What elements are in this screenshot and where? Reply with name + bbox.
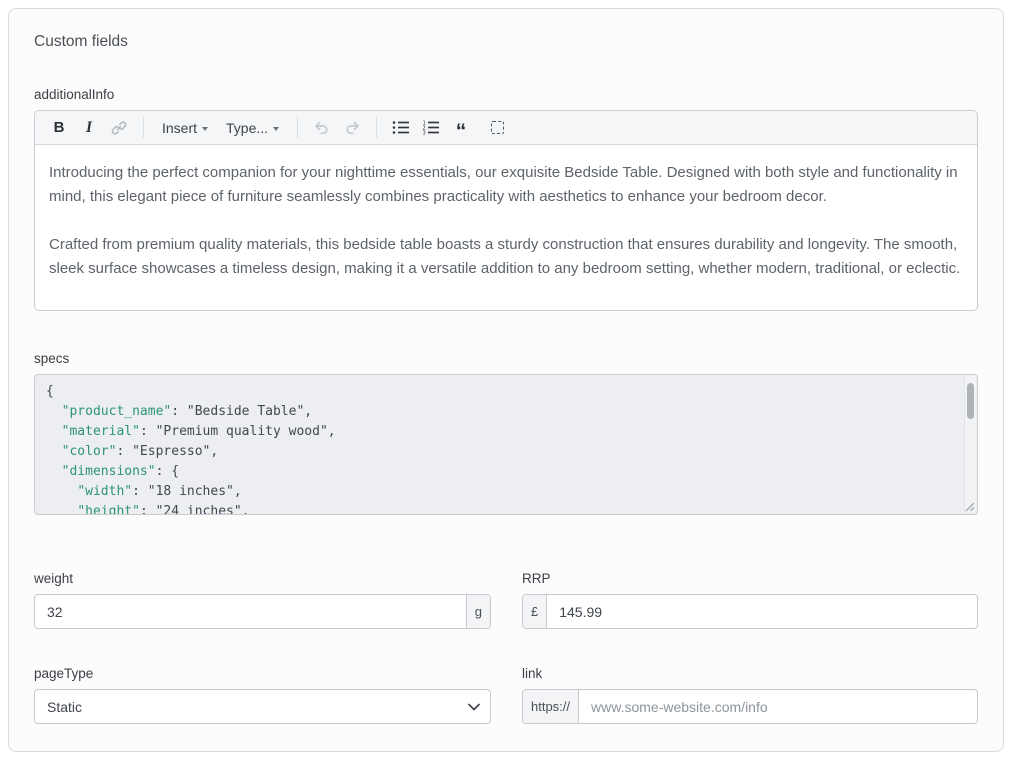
specs-code: { "product_name": "Bedside Table", "mate…: [35, 375, 977, 514]
bullet-list-button[interactable]: [387, 114, 415, 142]
additional-info-label: additionalInfo: [34, 87, 978, 102]
insert-dropdown[interactable]: Insert: [154, 114, 216, 142]
insert-dropdown-label: Insert: [162, 120, 197, 136]
ordered-list-icon: 123: [422, 120, 440, 135]
code-line: {: [46, 382, 953, 402]
page-type-select[interactable]: Static: [34, 689, 491, 724]
page-type-select-wrap: Static: [34, 689, 491, 724]
code-line: "height": "24 inches",: [46, 502, 953, 514]
rrp-input-group: £: [522, 594, 978, 629]
custom-fields-panel: Custom fields additionalInfo B I: [8, 8, 1004, 752]
bold-button[interactable]: B: [45, 114, 73, 142]
link-input[interactable]: [579, 690, 977, 723]
weight-label: weight: [34, 571, 491, 586]
rich-text-editor: B I Insert Typ: [34, 110, 978, 311]
blockquote-button[interactable]: “: [447, 114, 475, 142]
code-line: "dimensions": {: [46, 462, 953, 482]
rrp-label: RRP: [522, 571, 978, 586]
italic-button[interactable]: I: [75, 114, 103, 142]
dashed-box-icon: [491, 121, 504, 134]
link-button[interactable]: [105, 114, 133, 142]
rich-text-toolbar: B I Insert Typ: [35, 111, 977, 145]
ordered-list-button[interactable]: 123: [417, 114, 445, 142]
link-label: link: [522, 666, 978, 681]
caret-down-icon: [273, 127, 279, 131]
page-type-label: pageType: [34, 666, 491, 681]
toolbar-separator: [143, 117, 144, 138]
specs-textarea[interactable]: { "product_name": "Bedside Table", "mate…: [34, 374, 978, 515]
panel-title: Custom fields: [34, 33, 978, 51]
code-line: "width": "18 inches",: [46, 482, 953, 502]
rrp-input[interactable]: [547, 595, 977, 628]
blockquote-icon: “: [456, 127, 467, 137]
currency-addon: £: [523, 595, 547, 628]
resize-grip-icon[interactable]: [964, 501, 975, 512]
type-dropdown[interactable]: Type...: [218, 114, 287, 142]
weight-rrp-row: weight g RRP £: [34, 571, 978, 629]
scrollbar-thumb[interactable]: [967, 383, 974, 419]
toolbar-separator: [297, 117, 298, 138]
pagetype-link-row: pageType Static link https://: [34, 666, 978, 724]
weight-input-group: g: [34, 594, 491, 629]
rich-text-body[interactable]: Introducing the perfect companion for yo…: [35, 145, 977, 310]
redo-button[interactable]: [338, 114, 366, 142]
code-line: "color": "Espresso",: [46, 442, 953, 462]
weight-unit-addon: g: [466, 595, 490, 628]
specs-label: specs: [34, 351, 978, 366]
caret-down-icon: [202, 127, 208, 131]
link-input-group: https://: [522, 689, 978, 724]
type-dropdown-label: Type...: [226, 120, 268, 136]
scrollbar-track[interactable]: [964, 376, 976, 513]
rich-text-paragraph: Crafted from premium quality materials, …: [49, 233, 963, 281]
weight-input[interactable]: [35, 595, 466, 628]
page: Custom fields additionalInfo B I: [0, 0, 1013, 769]
svg-text:3: 3: [423, 130, 426, 135]
protocol-addon: https://: [523, 690, 579, 723]
dashed-box-button[interactable]: [483, 114, 511, 142]
undo-icon: [313, 119, 331, 136]
code-line: "material": "Premium quality wood",: [46, 422, 953, 442]
link-icon: [111, 120, 127, 136]
code-line: "product_name": "Bedside Table",: [46, 402, 953, 422]
toolbar-separator: [376, 117, 377, 138]
bullet-list-icon: [392, 120, 410, 135]
redo-icon: [343, 119, 361, 136]
rich-text-paragraph: Introducing the perfect companion for yo…: [49, 161, 963, 209]
undo-button[interactable]: [308, 114, 336, 142]
